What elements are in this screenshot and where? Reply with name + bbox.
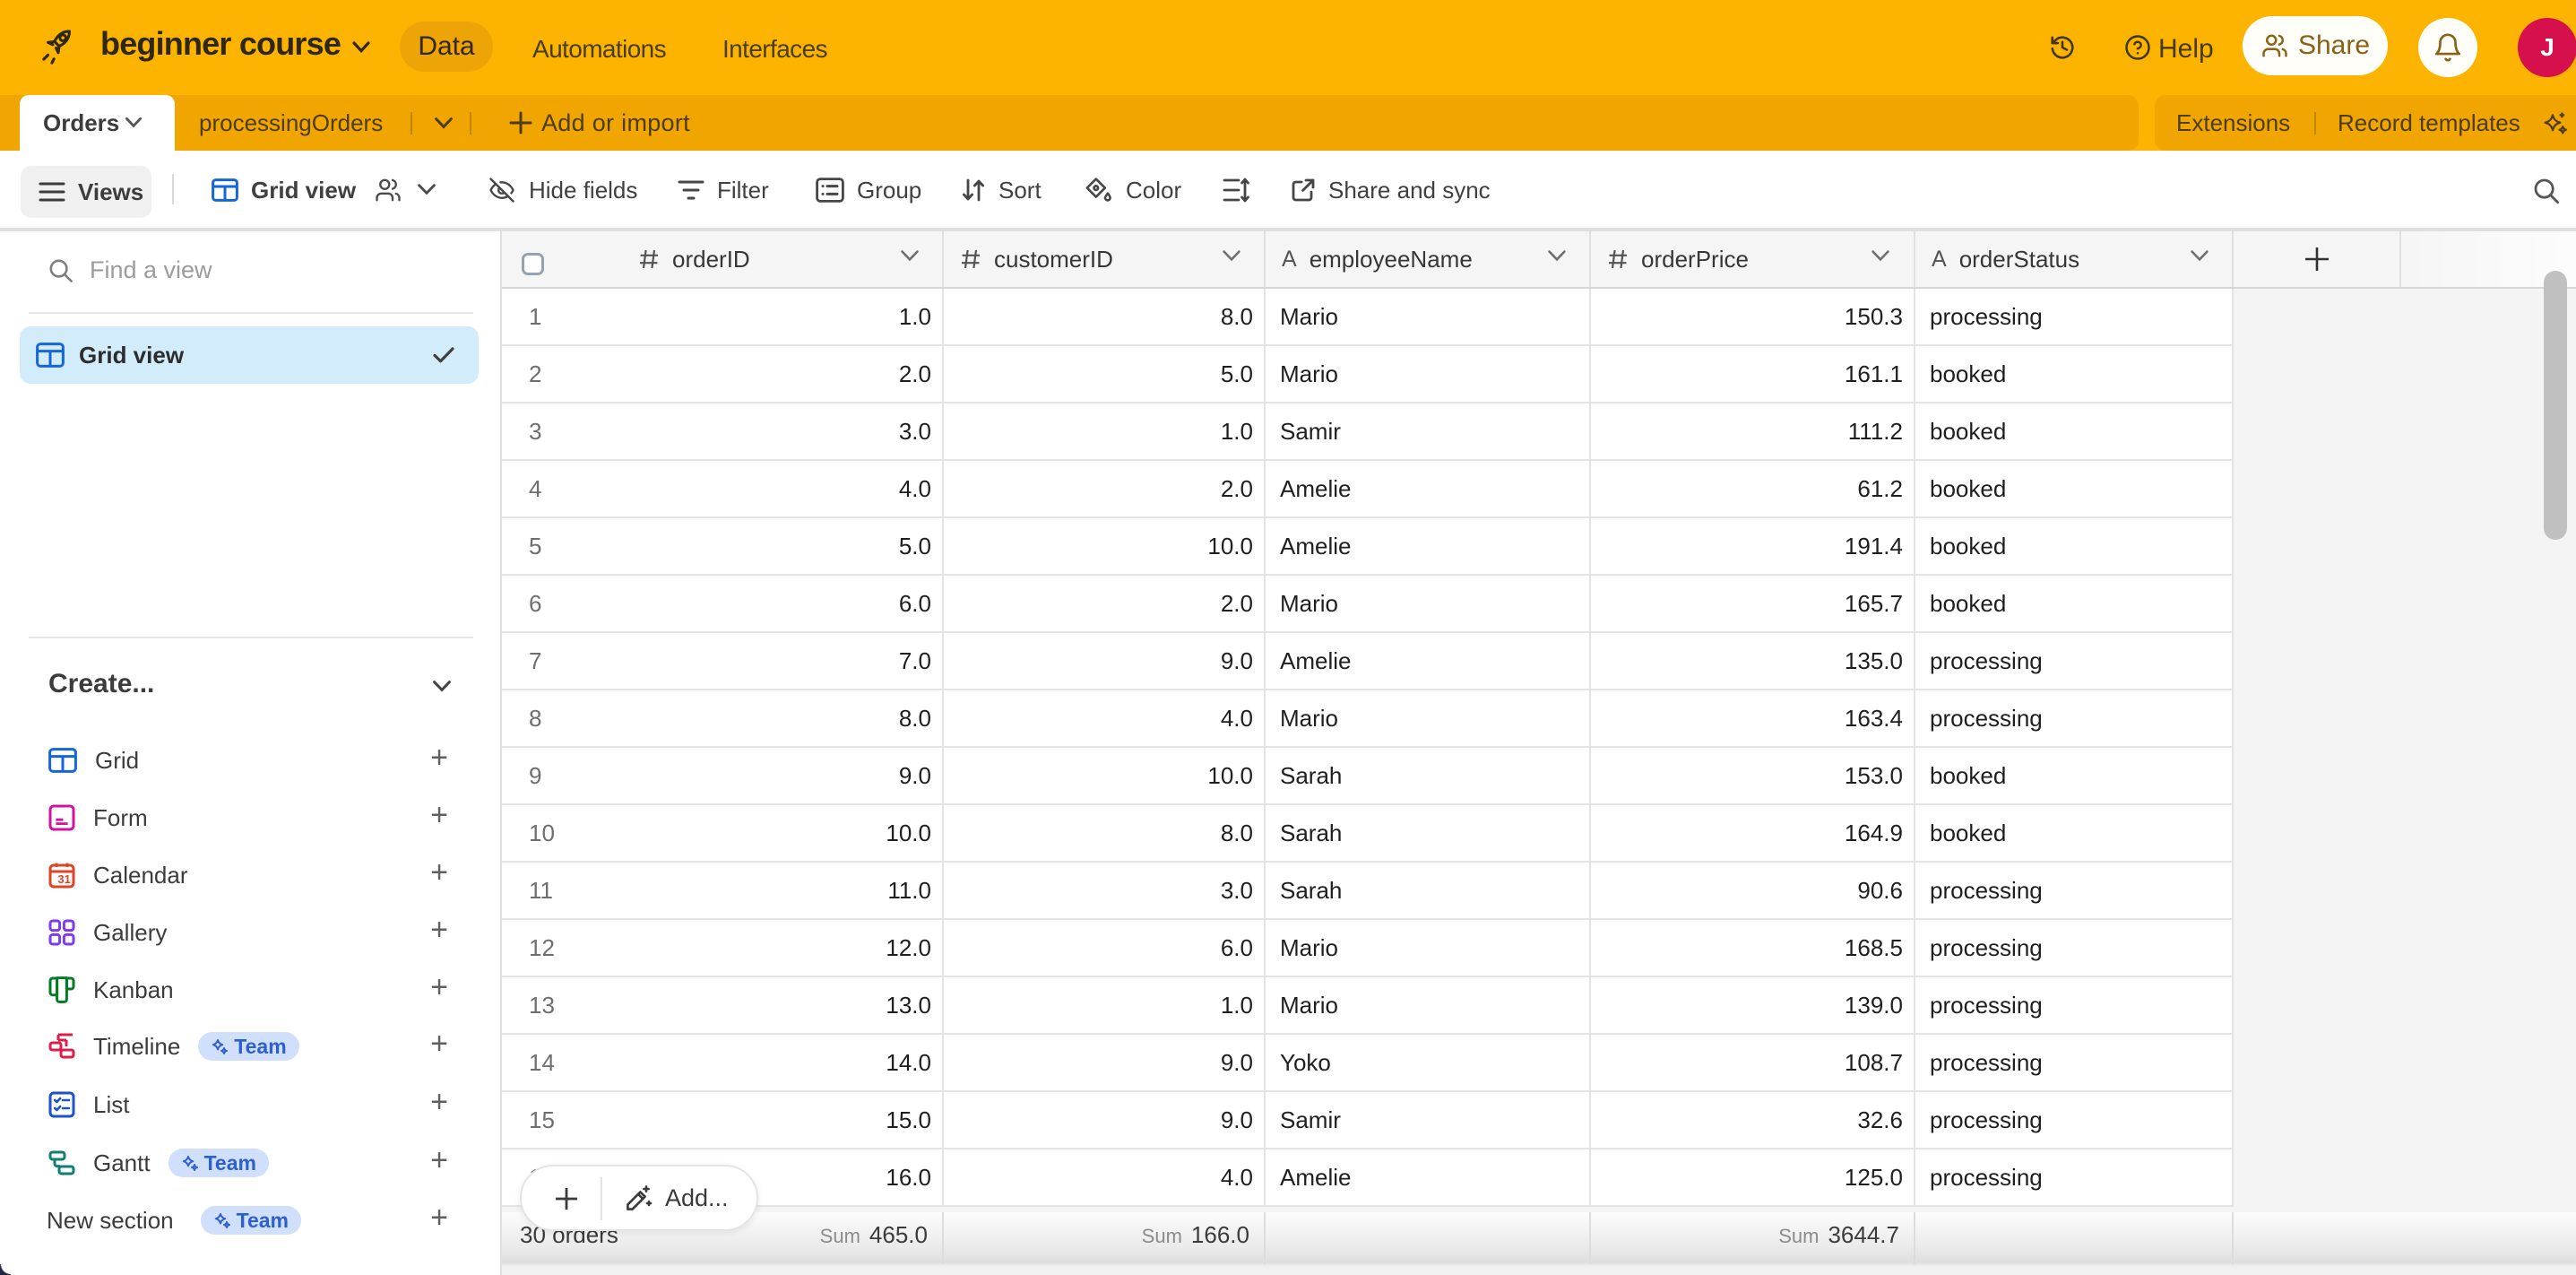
svg-text:31: 31	[57, 872, 70, 886]
